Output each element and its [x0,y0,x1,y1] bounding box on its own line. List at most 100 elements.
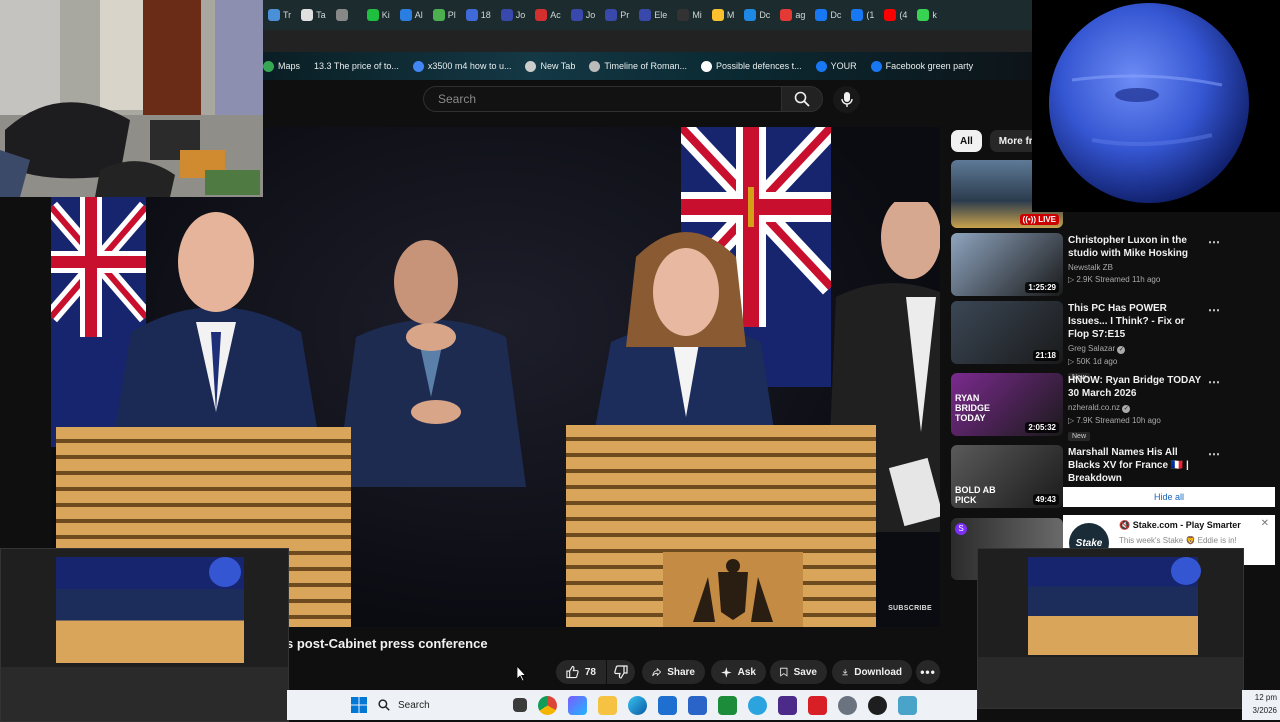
verified-icon: ✓ [1117,346,1126,354]
tab-favicon-icon [268,9,280,21]
recommendation-thumbnail[interactable]: RYAN BRIDGE TODAY 2:05:32 [951,373,1063,436]
mail-icon[interactable] [658,695,677,715]
browser-tab[interactable]: 18 [461,4,496,26]
recommendation-thumbnail[interactable]: 21:18 [951,301,1063,364]
bookmark-item[interactable]: x3500 m4 how to u... [412,60,512,72]
taskbar-search[interactable]: Search [378,694,502,716]
tab-favicon-icon [465,9,478,21]
bookmark-item[interactable]: New Tab [525,60,575,72]
recommendation-meta: ▷ 50K 1d ago [1068,357,1118,366]
recommendation-info[interactable]: Christopher Luxon in the studio with Mik… [1068,234,1208,284]
chip-all[interactable]: All [951,130,982,152]
browser-tab[interactable]: M [707,4,740,26]
planet-overlay [1032,0,1280,212]
download-icon [842,669,848,676]
download-label: Download [854,666,902,678]
recommendation-channel[interactable]: Newstalk ZB [1068,263,1208,272]
more-horizontal-icon: ••• [920,665,936,679]
share-button[interactable]: Share [642,660,705,684]
browser-tab[interactable]: Dc [739,4,775,26]
remote-desktop-icon[interactable] [898,695,917,715]
browser-tab[interactable]: Tr [263,4,296,26]
recommendation-thumbnail[interactable]: 1:25:29 [951,233,1063,296]
recommendation-channel[interactable]: nzherald.co.nz ✓ [1068,403,1208,413]
bookmark-item[interactable]: Possible defences t... [701,60,802,72]
tab-favicon-icon [639,9,652,21]
browser-tab-strip: Tr Ta Ki Al Pl 18 Jo Ac Jo Pr Ele Mi M Dc ag Dc (1 (4 k [263,0,1032,30]
vpn-icon[interactable] [808,695,827,715]
ask-button[interactable]: Ask [711,660,766,684]
telegram-icon[interactable] [748,695,767,715]
copilot-icon[interactable] [568,695,587,715]
security-icon[interactable] [868,695,887,715]
browser-tab[interactable]: Pr [600,4,634,26]
more-actions-button[interactable]: ••• [916,660,940,684]
browser-tab[interactable]: ag [775,4,810,26]
browser-tab[interactable]: k [912,4,943,26]
browser-tab[interactable]: Al [395,4,428,26]
browser-tab[interactable]: Dc [810,4,846,26]
browser-tab[interactable]: Mi [672,4,707,26]
download-button[interactable]: Download [832,660,912,684]
chrome-icon[interactable] [538,695,557,715]
gamebar-icon[interactable] [718,695,737,715]
search-button[interactable] [781,86,823,112]
subscribe-watermark[interactable]: SUBSCRIBE [888,605,932,612]
tab-label: Tr [283,10,292,20]
recommendation-info[interactable]: HNOW: Ryan Bridge TODAY 30 March 2026 nzh… [1068,374,1208,443]
hide-all-button[interactable]: Hide all [1063,487,1275,507]
bookmark-item[interactable]: YOUR [815,60,857,72]
dislike-button[interactable] [607,660,635,684]
browser-tab[interactable]: Jo [496,4,531,26]
more-vertical-icon[interactable]: ⋯ [1208,447,1220,461]
bookmark-label: x3500 m4 how to u... [427,61,512,71]
bookmark-item[interactable]: 13.3 The price of to... [314,61,399,71]
search-input[interactable]: Search [423,86,781,112]
browser-tab[interactable] [331,4,362,26]
more-vertical-icon[interactable]: ⋯ [1208,375,1220,389]
task-view-icon[interactable] [513,698,527,712]
bookmark-item[interactable]: Maps [263,60,300,72]
obs-icon[interactable] [778,695,797,715]
taskbar-search-label: Search [398,699,430,711]
more-vertical-icon[interactable]: ⋯ [1208,303,1220,317]
browser-tab[interactable]: Pl [428,4,461,26]
tab-label: Pl [447,10,456,20]
browser-tab[interactable]: (1 [846,4,879,26]
screen-preview-right [977,548,1244,709]
like-button[interactable]: 78 [556,660,606,684]
screen-preview-left [0,548,289,722]
windows-start-icon[interactable] [351,697,367,713]
browser-tab[interactable]: Ele [634,4,672,26]
recommendation-info[interactable]: This PC Has POWER Issues... I Think? - F… [1068,302,1208,384]
tab-label: (1 [866,10,875,20]
new-badge: New [1068,432,1091,441]
recommendation-title: This PC Has POWER Issues... I Think? - F… [1068,303,1185,340]
store-icon[interactable] [688,695,707,715]
browser-tab[interactable]: Ta [296,4,331,26]
save-button[interactable]: Save [770,660,827,684]
bookmark-item[interactable]: Facebook green party [870,60,973,72]
file-explorer-icon[interactable] [598,695,617,715]
nz-coat-of-arms [663,552,803,627]
voice-search-button[interactable] [833,86,860,113]
recommendation-thumbnail[interactable]: BOLD AB PICK 49:43 [951,445,1063,508]
share-label: Share [667,666,695,678]
browser-tab[interactable]: (4 [879,4,912,26]
edge-icon[interactable] [628,695,647,715]
bookmark-label: Timeline of Roman... [604,61,688,71]
tab-label: Jo [515,10,526,20]
more-vertical-icon[interactable]: ⋯ [1208,235,1220,249]
address-bar[interactable] [263,30,1032,52]
video-duration: 21:18 [1032,350,1059,361]
bookmark-item[interactable]: Timeline of Roman... [589,60,688,72]
browser-tab[interactable]: Ac [530,4,566,26]
recommendation-channel[interactable]: Greg Salazar ✓ [1068,344,1208,354]
tab-label: Ki [381,10,390,20]
notification-title-text: Stake.com - Play Smarter [1132,520,1241,530]
settings-icon[interactable] [838,695,857,715]
browser-tab[interactable]: Jo [566,4,601,26]
browser-tab[interactable]: Ki [362,4,395,26]
system-clock[interactable]: 12 pm 3/2026 [1242,690,1280,720]
close-icon[interactable]: ✕ [1261,518,1269,529]
